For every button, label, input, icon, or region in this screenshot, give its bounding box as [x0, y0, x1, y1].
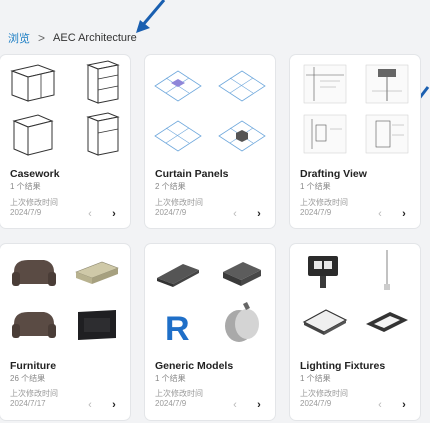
- card-modified-date: 2024/7/9: [300, 399, 332, 408]
- revit-logo-icon: R: [165, 310, 190, 348]
- card-modified-date: 2024/7/9: [155, 208, 187, 217]
- lighting-troffer-image: [366, 312, 408, 332]
- furniture-armchair-image: [72, 300, 122, 346]
- breadcrumb-separator: >: [38, 31, 46, 45]
- category-card-curtain-panels[interactable]: Curtain Panels 2 个结果 上次修改时间 2024/7/9 ‹ ›: [145, 55, 275, 228]
- casework-base-cabinet-image: [12, 114, 54, 156]
- card-result-count: 2 个结果: [155, 182, 186, 191]
- drafting-detail-image: [365, 114, 409, 154]
- card-modified-date: 2024/7/9: [10, 208, 42, 217]
- card-modified-label: 上次修改时间: [155, 389, 203, 398]
- card-modified-label: 上次修改时间: [300, 389, 348, 398]
- lighting-pendant-image: [384, 250, 390, 290]
- card-result-count: 1 个结果: [300, 182, 331, 191]
- breadcrumb: 浏览 > AEC Architecture: [8, 30, 137, 46]
- card-modified-label: 上次修改时间: [10, 389, 58, 398]
- card-title: Casework: [10, 168, 60, 180]
- card-thumbnails: [0, 55, 130, 165]
- card-result-count: 1 个结果: [155, 374, 186, 383]
- card-title: Generic Models: [155, 360, 234, 372]
- chevron-right-icon[interactable]: ›: [253, 399, 265, 411]
- drafting-detail-image: [365, 64, 409, 104]
- furniture-desk-image: [75, 261, 119, 284]
- lighting-panel-image: [302, 309, 348, 335]
- furniture-sofa-image: [12, 312, 56, 338]
- curtain-panel-grid-image: [154, 70, 202, 102]
- chevron-left-icon[interactable]: ‹: [84, 399, 96, 411]
- casework-tall-cabinet-image: [86, 112, 120, 156]
- card-thumbnails: [145, 55, 275, 165]
- card-title: Curtain Panels: [155, 168, 229, 180]
- chevron-left-icon[interactable]: ‹: [374, 399, 386, 411]
- breadcrumb-current: AEC Architecture: [53, 32, 137, 44]
- category-card-drafting-view[interactable]: Drafting View 1 个结果 上次修改时间 2024/7/9 ‹ ›: [290, 55, 420, 228]
- card-result-count: 26 个结果: [10, 374, 46, 383]
- card-modified-label: 上次修改时间: [10, 198, 58, 207]
- curtain-panel-grid-image: [154, 120, 202, 152]
- curtain-panel-grid-image: [218, 70, 266, 102]
- lighting-floodlight-image: [308, 256, 338, 288]
- casework-drawer-cabinet-image: [86, 60, 120, 104]
- drafting-detail-image: [303, 64, 347, 104]
- card-modified-label: 上次修改时间: [300, 198, 348, 207]
- card-thumbnails: R: [145, 244, 275, 354]
- chevron-right-icon[interactable]: ›: [108, 208, 120, 220]
- card-result-count: 1 个结果: [10, 182, 41, 191]
- category-card-furniture[interactable]: Furniture 26 个结果 上次修改时间 2024/7/17 ‹ ›: [0, 244, 130, 420]
- card-title: Lighting Fixtures: [300, 360, 386, 372]
- chevron-right-icon[interactable]: ›: [108, 399, 120, 411]
- card-title: Furniture: [10, 360, 57, 372]
- chevron-left-icon[interactable]: ‹: [84, 208, 96, 220]
- card-thumbnails: [0, 244, 130, 354]
- chevron-left-icon[interactable]: ‹: [229, 208, 241, 220]
- furniture-sofa-image: [12, 260, 56, 286]
- chevron-right-icon[interactable]: ›: [398, 399, 410, 411]
- chevron-right-icon[interactable]: ›: [253, 208, 265, 220]
- generic-model-cylinder-image: [225, 302, 259, 342]
- chevron-left-icon[interactable]: ‹: [229, 399, 241, 411]
- curtain-panel-grid-image: [218, 120, 266, 152]
- card-modified-date: 2024/7/9: [300, 208, 332, 217]
- chevron-left-icon[interactable]: ‹: [374, 208, 386, 220]
- category-card-casework[interactable]: Casework 1 个结果 上次修改时间 2024/7/9 ‹ ›: [0, 55, 130, 228]
- generic-model-slab-image: [157, 264, 199, 287]
- card-title: Drafting View: [300, 168, 367, 180]
- svg-text:R: R: [165, 310, 190, 348]
- generic-model-box-image: [223, 262, 261, 286]
- drafting-detail-image: [303, 114, 347, 154]
- category-card-lighting-fixtures[interactable]: Lighting Fixtures 1 个结果 上次修改时间 2024/7/9 …: [290, 244, 420, 420]
- category-card-generic-models[interactable]: R Generic Models 1 个结果 上次修改时间 2024/7/9 ‹…: [145, 244, 275, 420]
- card-result-count: 1 个结果: [300, 374, 331, 383]
- card-thumbnails: [290, 55, 420, 165]
- casework-upper-cabinet-image: [10, 64, 56, 102]
- breadcrumb-root-link[interactable]: 浏览: [8, 30, 30, 46]
- card-modified-date: 2024/7/9: [155, 399, 187, 408]
- card-thumbnails: [290, 244, 420, 354]
- card-modified-label: 上次修改时间: [155, 198, 203, 207]
- chevron-right-icon[interactable]: ›: [398, 208, 410, 220]
- card-modified-date: 2024/7/17: [10, 399, 46, 408]
